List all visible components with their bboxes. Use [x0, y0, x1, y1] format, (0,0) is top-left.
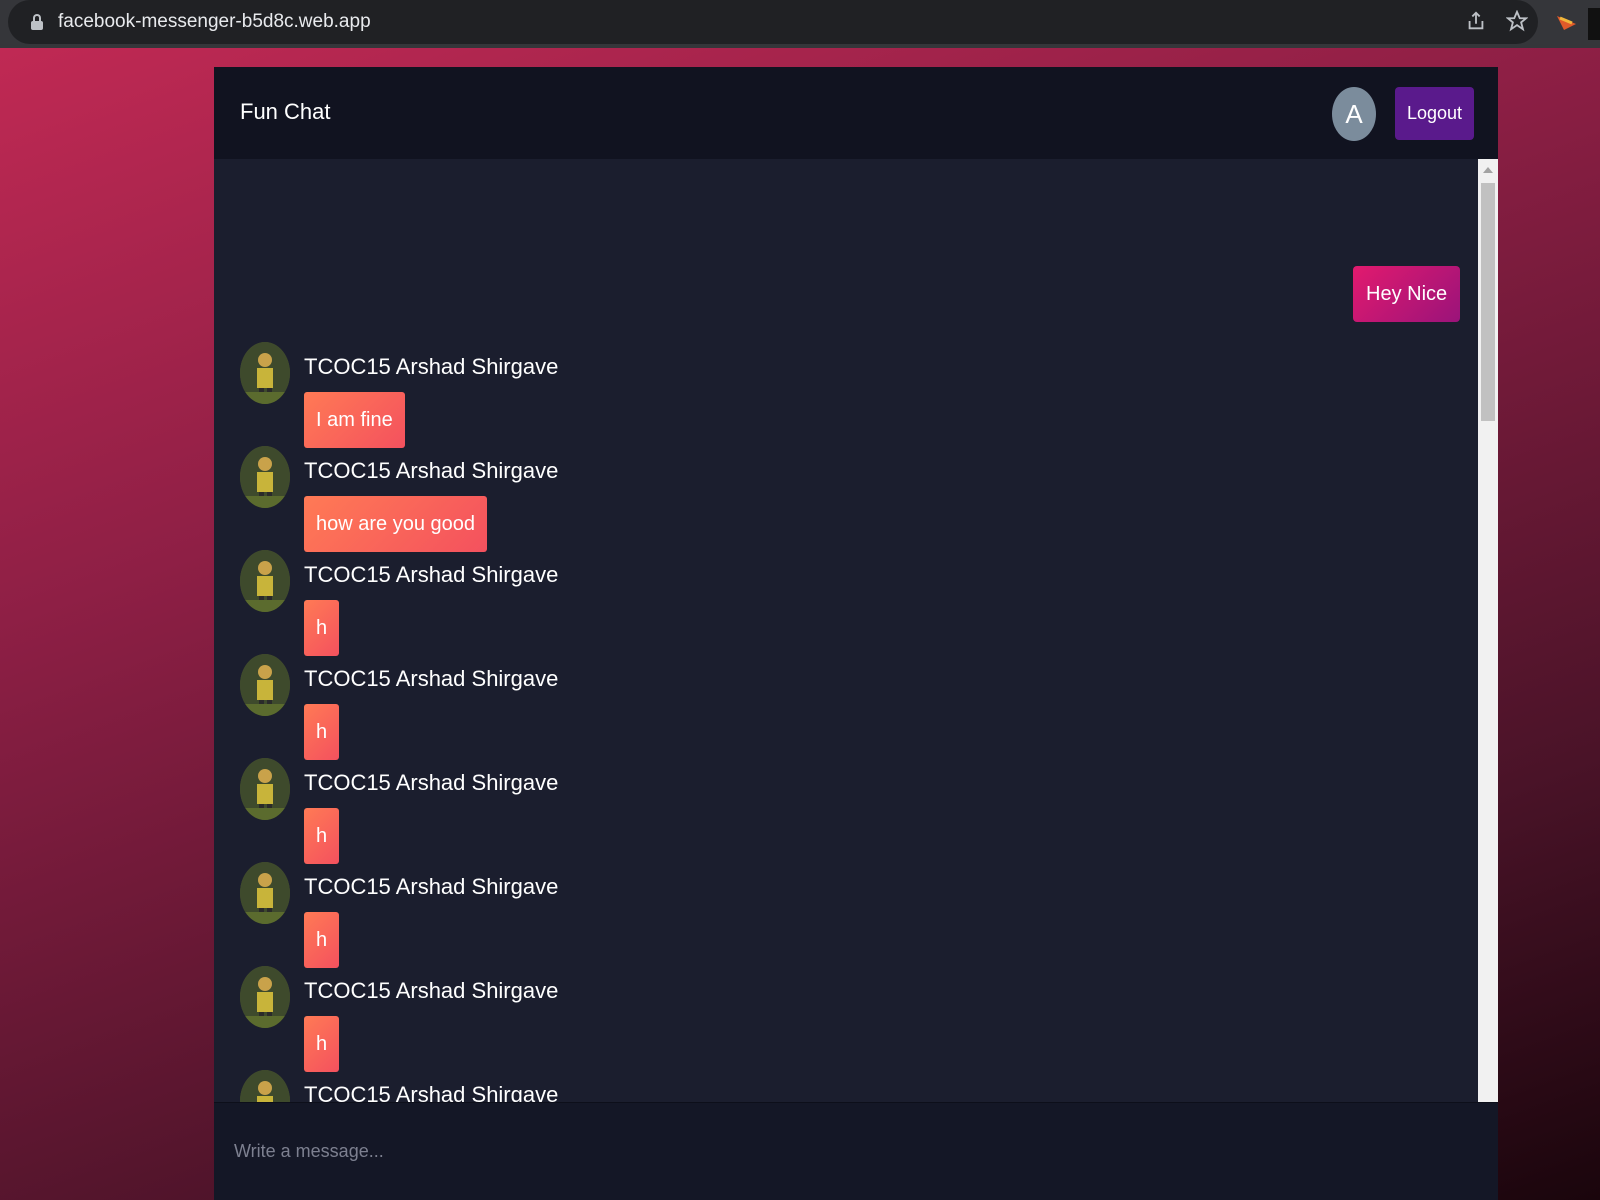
chat-app: Fun Chat A Logout Hey Nice TCOC15 Arshad… [214, 67, 1498, 1200]
sender-name: TCOC15 Arshad Shirgave [304, 1082, 559, 1102]
sender-avatar[interactable] [240, 342, 290, 404]
received-message-bubble: h [304, 600, 340, 656]
scroll-up-arrow-icon[interactable] [1483, 167, 1493, 173]
app-title: Fun Chat [240, 99, 331, 124]
received-message: TCOC15 Arshad Shirgave h [240, 758, 940, 864]
extension-icon[interactable] [1554, 10, 1580, 36]
received-message-bubble: h [304, 912, 340, 968]
sender-name: TCOC15 Arshad Shirgave [304, 458, 559, 483]
browser-toolbar: facebook-messenger-b5d8c.web.app [0, 0, 1600, 48]
sender-name: TCOC15 Arshad Shirgave [304, 978, 559, 1003]
address-bar[interactable]: facebook-messenger-b5d8c.web.app [8, 0, 1538, 44]
sender-avatar[interactable] [240, 758, 290, 820]
received-message: TCOC15 Arshad Shirgave h [240, 550, 940, 656]
received-message-bubble: h [304, 808, 340, 864]
sent-message-bubble: Hey Nice [1353, 266, 1461, 322]
received-message-bubble: I am fine [304, 392, 405, 448]
lock-icon[interactable] [30, 14, 44, 30]
logout-button[interactable]: Logout [1395, 87, 1474, 140]
received-message: TCOC15 Arshad Shirgaveh [240, 1070, 940, 1102]
share-icon[interactable] [1464, 10, 1488, 34]
sender-avatar[interactable] [240, 446, 290, 508]
sender-name: TCOC15 Arshad Shirgave [304, 874, 559, 899]
message-list[interactable]: Hey Nice TCOC15 Arshad Shirgave I am fine… [214, 159, 1478, 1102]
sender-name: TCOC15 Arshad Shirgave [304, 354, 559, 379]
message-input[interactable] [234, 1131, 1474, 1171]
sender-avatar[interactable] [240, 966, 290, 1028]
message-composer [214, 1102, 1498, 1200]
received-message: TCOC15 Arshad Shirgave h [240, 654, 940, 760]
sender-avatar[interactable] [240, 654, 290, 716]
window-edge [1588, 8, 1600, 40]
sender-name: TCOC15 Arshad Shirgave [304, 562, 559, 587]
scrollbar-thumb[interactable] [1481, 183, 1495, 421]
received-message-bubble: how are you good [304, 496, 488, 552]
sender-avatar[interactable] [240, 1070, 290, 1102]
received-message: TCOC15 Arshad Shirgave h [240, 966, 940, 1072]
received-message: TCOC15 Arshad Shirgave h [240, 862, 940, 968]
received-message: TCOC15 Arshad Shirgave I am fine [240, 342, 940, 448]
sender-name: TCOC15 Arshad Shirgave [304, 770, 559, 795]
received-message: TCOC15 Arshad Shirgave how are you good [240, 446, 940, 552]
url-text[interactable]: facebook-messenger-b5d8c.web.app [58, 11, 371, 33]
user-avatar[interactable]: A [1332, 87, 1376, 141]
received-message-bubble: h [304, 1016, 340, 1072]
received-message-bubble: h [304, 704, 340, 760]
sender-avatar[interactable] [240, 550, 290, 612]
app-header: Fun Chat A Logout [214, 67, 1498, 159]
sender-avatar[interactable] [240, 862, 290, 924]
sender-name: TCOC15 Arshad Shirgave [304, 666, 559, 691]
scrollbar[interactable] [1478, 159, 1498, 1102]
star-icon[interactable] [1505, 9, 1529, 34]
